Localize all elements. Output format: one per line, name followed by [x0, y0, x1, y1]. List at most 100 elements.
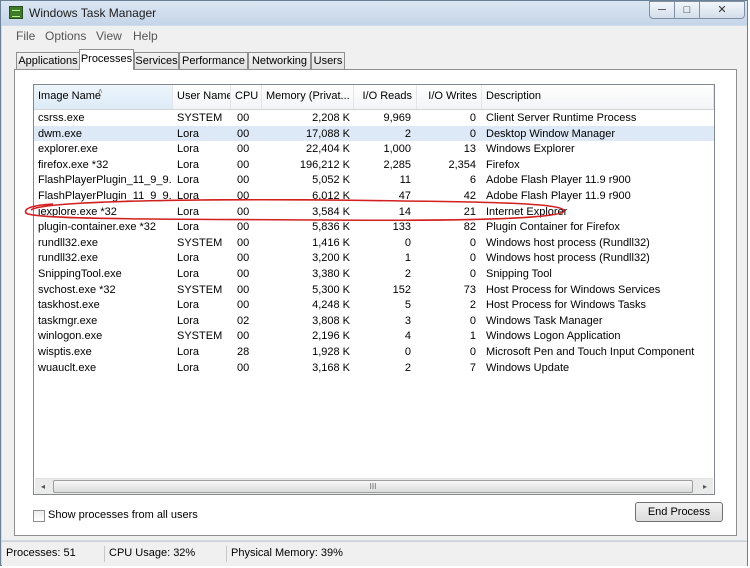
- table-row[interactable]: SnippingTool.exe Lora 00 3,380 K 2 0 Snipping …: [34, 266, 714, 282]
- process-cpu: 00: [237, 158, 250, 171]
- process-name: plugin-container.exe *32: [38, 221, 157, 234]
- table-row[interactable]: taskmgr.exe Lora 02 3,808 K 3 0 Windows Task M…: [34, 313, 714, 329]
- process-io-writes: 2,354: [448, 158, 476, 171]
- table-row[interactable]: FlashPlayerPlugin_11_9_9... Lora 00 5,052 K…: [34, 172, 714, 188]
- window-title: Windows Task Manager: [29, 6, 157, 20]
- process-description: Internet Explorer: [486, 205, 568, 218]
- process-memory: 1,928 K: [312, 346, 350, 358]
- close-button[interactable]: ✕: [699, 1, 745, 19]
- process-memory: 4,248 K: [312, 299, 350, 312]
- process-io-writes: 7: [469, 361, 476, 374]
- table-row[interactable]: rundll32.exe Lora 00 3,200 K 1 0 Windows host …: [34, 250, 714, 266]
- menu-view[interactable]: View: [96, 29, 122, 43]
- process-name: winlogon.exe: [38, 330, 103, 343]
- process-user: Lora: [177, 299, 200, 312]
- process-description: Snipping Tool: [486, 268, 552, 280]
- tab-applications[interactable]: Applications: [16, 52, 80, 69]
- status-physical-memory: Physical Memory: 39%: [226, 546, 386, 562]
- table-row[interactable]: wuauclt.exe Lora 00 3,168 K 2 7 Windows Update: [34, 360, 714, 376]
- processes-tab-panel: ˄ Image Name User Name CPU Memory (Priva…: [14, 69, 737, 536]
- show-all-users-checkbox[interactable]: [33, 510, 45, 522]
- task-manager-window: Windows Task Manager ─ □ ✕ File Options …: [0, 0, 748, 566]
- process-user: Lora: [177, 174, 200, 187]
- process-io-reads: 1,000: [383, 143, 411, 156]
- process-description: Windows Logon Application: [486, 330, 621, 343]
- process-name: SnippingTool.exe: [38, 268, 122, 280]
- process-memory: 17,088 K: [305, 127, 350, 140]
- process-name: iexplore.exe *32: [38, 205, 117, 218]
- process-name: explorer.exe: [38, 143, 98, 156]
- task-manager-icon: [9, 6, 23, 19]
- process-io-writes: 0: [469, 268, 476, 280]
- title-bar[interactable]: Windows Task Manager ─ □ ✕: [1, 1, 747, 25]
- process-io-writes: 73: [463, 283, 476, 296]
- process-description: Host Process for Windows Services: [486, 283, 661, 296]
- process-io-writes: 0: [469, 252, 476, 265]
- process-description: Adobe Flash Player 11.9 r900: [486, 190, 631, 202]
- table-row[interactable]: dwm.exe Lora 00 17,088 K 2 0 Desktop Window Ma…: [34, 125, 714, 142]
- process-memory: 3,200 K: [312, 252, 350, 265]
- maximize-button[interactable]: □: [674, 1, 700, 19]
- table-row[interactable]: taskhost.exe Lora 00 4,248 K 5 2 Host Process …: [34, 297, 714, 313]
- scrollbar-thumb[interactable]: III: [53, 480, 693, 493]
- table-row[interactable]: wisptis.exe Lora 28 1,928 K 0 0 Microsoft Pen …: [34, 344, 714, 360]
- minimize-button[interactable]: ─: [649, 1, 675, 19]
- menu-options[interactable]: Options: [45, 29, 86, 43]
- menu-help[interactable]: Help: [133, 29, 158, 43]
- process-name: taskhost.exe: [38, 299, 100, 312]
- process-user: Lora: [177, 314, 200, 327]
- scroll-left-icon[interactable]: ◂: [35, 479, 51, 494]
- column-memory[interactable]: Memory (Privat...: [262, 85, 354, 109]
- process-user: Lora: [177, 205, 200, 218]
- tab-users[interactable]: Users: [311, 52, 345, 69]
- process-description: Client Server Runtime Process: [486, 112, 637, 124]
- process-io-reads: 4: [404, 330, 411, 343]
- column-user-name[interactable]: User Name: [173, 85, 231, 109]
- menu-file[interactable]: File: [16, 29, 35, 43]
- process-cpu: 00: [237, 190, 250, 202]
- table-row[interactable]: svchost.exe *32 SYSTEM 00 5,300 K 152 73 Host …: [34, 282, 714, 298]
- process-memory: 196,212 K: [299, 158, 350, 171]
- column-image-name[interactable]: ˄ Image Name: [34, 85, 173, 109]
- column-cpu[interactable]: CPU: [231, 85, 262, 109]
- table-row[interactable]: winlogon.exe SYSTEM 00 2,196 K 4 1 Windows Log…: [34, 328, 714, 344]
- scroll-right-icon[interactable]: ▸: [697, 479, 713, 494]
- tab-services[interactable]: Services: [134, 52, 179, 69]
- process-user: Lora: [177, 190, 200, 202]
- table-row[interactable]: explorer.exe Lora 00 22,404 K 1,000 13 Windows…: [34, 141, 714, 157]
- table-row[interactable]: iexplore.exe *32 Lora 00 3,584 K 14 21 Interne…: [34, 204, 714, 220]
- process-memory: 3,168 K: [312, 361, 350, 374]
- column-io-writes[interactable]: I/O Writes: [417, 85, 482, 109]
- process-io-reads: 14: [398, 205, 411, 218]
- horizontal-scrollbar[interactable]: ◂ III ▸: [35, 478, 713, 494]
- tab-networking[interactable]: Networking: [248, 52, 311, 69]
- table-row[interactable]: csrss.exe SYSTEM 00 2,208 K 9,969 0 Client Ser…: [34, 110, 714, 126]
- process-io-writes: 42: [463, 190, 476, 202]
- column-io-reads[interactable]: I/O Reads: [354, 85, 417, 109]
- process-cpu: 00: [237, 205, 250, 218]
- table-row[interactable]: rundll32.exe SYSTEM 00 1,416 K 0 0 Windows hos…: [34, 235, 714, 251]
- process-io-reads: 1: [404, 252, 411, 265]
- process-list[interactable]: ˄ Image Name User Name CPU Memory (Priva…: [33, 84, 715, 495]
- process-description: Desktop Window Manager: [486, 127, 616, 140]
- table-row[interactable]: FlashPlayerPlugin_11_9_9... Lora 00 6,012 K…: [34, 188, 714, 204]
- table-row[interactable]: plugin-container.exe *32 Lora 00 5,836 K 133…: [34, 219, 714, 235]
- process-user: Lora: [177, 221, 200, 234]
- show-all-users-label[interactable]: Show processes from all users: [48, 509, 198, 521]
- process-io-reads: 9,969: [383, 112, 411, 124]
- process-name: wuauclt.exe: [38, 361, 97, 374]
- process-cpu: 00: [237, 330, 250, 343]
- process-io-reads: 2,285: [383, 158, 411, 171]
- tab-processes[interactable]: Processes: [79, 49, 134, 70]
- table-row[interactable]: firefox.exe *32 Lora 00 196,212 K 2,285 2,354…: [34, 157, 714, 173]
- process-description: Plugin Container for Firefox: [486, 221, 620, 234]
- process-io-reads: 152: [392, 283, 411, 296]
- tab-performance[interactable]: Performance: [179, 52, 248, 69]
- column-description[interactable]: Description: [482, 85, 714, 109]
- column-header: ˄ Image Name User Name CPU Memory (Priva…: [34, 85, 714, 110]
- process-user: SYSTEM: [177, 236, 223, 249]
- process-io-reads: 5: [404, 299, 411, 312]
- process-cpu: 00: [237, 283, 250, 296]
- process-io-reads: 2: [404, 361, 411, 374]
- end-process-button[interactable]: End Process: [635, 502, 723, 522]
